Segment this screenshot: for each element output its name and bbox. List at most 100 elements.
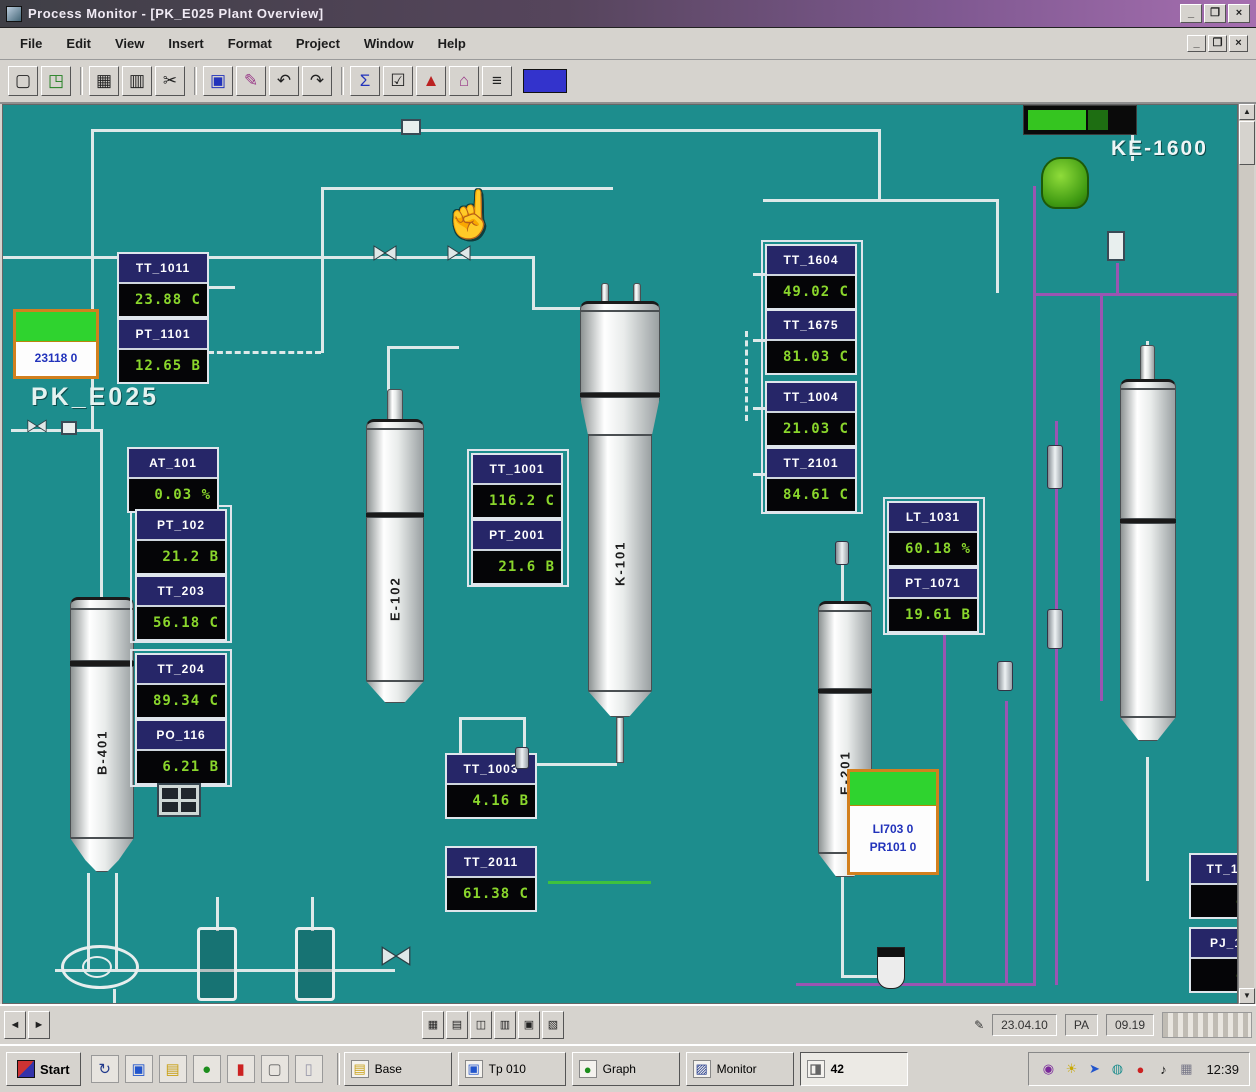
quicklaunch-document-white-icon[interactable]: ▯ [295,1055,323,1083]
instrument-readout[interactable]: PT_102 21.2 B [135,509,227,575]
instrument-readout[interactable]: TT_11 46 [1189,853,1238,919]
tray-status-teal-icon[interactable]: ◍ [1108,1060,1126,1078]
task-button-active[interactable]: ◨ 42 [800,1052,908,1086]
close-button[interactable]: × [1228,4,1250,23]
instrument-readout[interactable]: PO_116 6.21 B [135,719,227,785]
toolbar-button-copy[interactable]: ▣ [203,66,233,96]
minimize-button[interactable]: _ [1180,4,1202,23]
task-button[interactable]: ▨ Monitor [686,1052,794,1086]
instrument-tag: TT_1011 [119,254,207,284]
instrument-readout[interactable]: TT_2101 84.61 C [765,447,857,513]
status-box[interactable]: 23118 0 [13,309,99,379]
task-button[interactable]: ▤ Base [344,1052,452,1086]
scroll-down-button[interactable]: ▼ [1239,988,1255,1004]
start-button[interactable]: Start [6,1052,81,1086]
mdi-restore-button[interactable]: ❐ [1208,35,1227,52]
toolbar-button-check[interactable]: ☑ [383,66,413,96]
quicklaunch-bar-red-icon[interactable]: ▮ [227,1055,255,1083]
toolbar-button-run[interactable]: ▲ [416,66,446,96]
process-canvas: B-401 E-102 K-101 [2,104,1238,1004]
view-button-5[interactable]: ▣ [518,1011,540,1039]
instrument-readout[interactable]: TT_2011 61.38 C [445,846,537,912]
menu-item-view[interactable]: View [103,31,156,56]
instrument-readout[interactable]: TT_1004 21.03 C [765,381,857,447]
instrument-readout[interactable]: TT_1604 49.02 C [765,244,857,310]
menu-item-insert[interactable]: Insert [156,31,215,56]
toolbar-button-list[interactable]: ≡ [482,66,512,96]
resize-grip[interactable] [1162,1012,1252,1038]
mdi-minimize-button[interactable]: _ [1187,35,1206,52]
run-icon: ▲ [423,71,440,90]
task-button[interactable]: ● Graph [572,1052,680,1086]
quicklaunch-globe-icon[interactable]: ● [193,1055,221,1083]
instrument-readout[interactable]: PT_1071 19.61 B [887,567,979,633]
toolbar-button-cut[interactable]: ✂ [155,66,185,96]
tray-status-black-icon[interactable]: ♪ [1154,1060,1172,1078]
menu-item-edit[interactable]: Edit [54,31,103,56]
instrument-readout[interactable]: PT_2001 21.6 B [471,519,563,585]
hscroll-left-button[interactable]: ◄ [4,1011,26,1039]
view-button-4[interactable]: ▥ [494,1011,516,1039]
tray-status-blue-icon[interactable]: ➤ [1085,1060,1103,1078]
view-button-1[interactable]: ▦ [422,1011,444,1039]
vessel-b401[interactable]: B-401 [69,597,135,887]
quicklaunch-document-yellow-icon[interactable]: ▤ [159,1055,187,1083]
mini-indicator[interactable] [157,783,201,817]
vertical-scrollbar[interactable]: ▲ ▼ [1238,104,1254,1004]
instrument-readout[interactable]: TT_1675 81.03 C [765,309,857,375]
filter-vessel[interactable] [295,927,335,1001]
toolbar-button-edit[interactable]: ✎ [236,66,266,96]
toolbar-button-redo[interactable]: ↷ [302,66,332,96]
instrument-readout[interactable]: LT_1031 60.18 % [887,501,979,567]
menu-item-project[interactable]: Project [284,31,352,56]
tray-status-yellow-icon[interactable]: ☀ [1062,1060,1080,1078]
mdi-close-button[interactable]: × [1229,35,1248,52]
scroll-thumb[interactable] [1239,121,1255,165]
vessel-k101[interactable]: K-101 [578,283,662,763]
view-button-6[interactable]: ▧ [542,1011,564,1039]
hscroll-right-button[interactable]: ► [28,1011,50,1039]
vessel-right[interactable] [1119,345,1177,759]
valve-icon[interactable] [373,245,397,261]
toolbar-button-undo[interactable]: ↶ [269,66,299,96]
menu-item-file[interactable]: File [8,31,54,56]
quicklaunch-refresh-icon[interactable]: ↻ [91,1055,119,1083]
task-icon: ◨ [807,1060,825,1078]
maximize-button[interactable]: ❐ [1204,4,1226,23]
toolbar-button-home[interactable]: ⌂ [449,66,479,96]
view-button-3[interactable]: ◫ [470,1011,492,1039]
task-button[interactable]: ▣ Tp 010 [458,1052,566,1086]
status-box[interactable]: LI703 0 PR101 0 [847,769,939,875]
toolbar-button-sum[interactable]: Σ [350,66,380,96]
quicklaunch-window-icon[interactable]: ▣ [125,1055,153,1083]
pump-running-icon[interactable] [1041,157,1089,209]
instrument-readout[interactable]: TT_1001 116.2 C [471,453,563,519]
instrument-readout[interactable]: PJ_1 46 [1189,927,1238,993]
instrument-readout[interactable]: PT_1101 12.65 B [117,318,209,384]
pump-icon[interactable] [61,945,139,989]
valve-icon[interactable] [27,419,47,433]
toolbar-button-print[interactable]: ▥ [122,66,152,96]
instrument-readout[interactable]: AT_101 0.03 % [127,447,219,513]
valve-icon[interactable] [381,945,411,967]
instrument-value: 84.61 C [767,479,855,511]
menu-item-format[interactable]: Format [216,31,284,56]
toolbar-button-new[interactable]: ▢ [8,66,38,96]
toolbar-button-save[interactable]: ▦ [89,66,119,96]
view-button-2[interactable]: ▤ [446,1011,468,1039]
toolbar-button-open[interactable]: ◳ [41,66,71,96]
menu-item-window[interactable]: Window [352,31,426,56]
quicklaunch-document-gray-icon[interactable]: ▢ [261,1055,289,1083]
tray-status-gray-icon[interactable]: ▦ [1177,1060,1195,1078]
pipe [523,763,617,766]
scroll-up-button[interactable]: ▲ [1239,104,1255,120]
valve-icon[interactable] [447,245,471,261]
instrument-readout[interactable]: TT_203 56.18 C [135,575,227,641]
menu-item-help[interactable]: Help [426,31,478,56]
tray-status-purple-icon[interactable]: ◉ [1039,1060,1057,1078]
instrument-readout[interactable]: TT_204 89.34 C [135,653,227,719]
instrument-readout[interactable]: TT_1011 23.88 C [117,252,209,318]
tray-status-red-icon[interactable]: ● [1131,1060,1149,1078]
vessel-e102[interactable]: E-102 [365,389,425,719]
filter-vessel[interactable] [197,927,237,1001]
